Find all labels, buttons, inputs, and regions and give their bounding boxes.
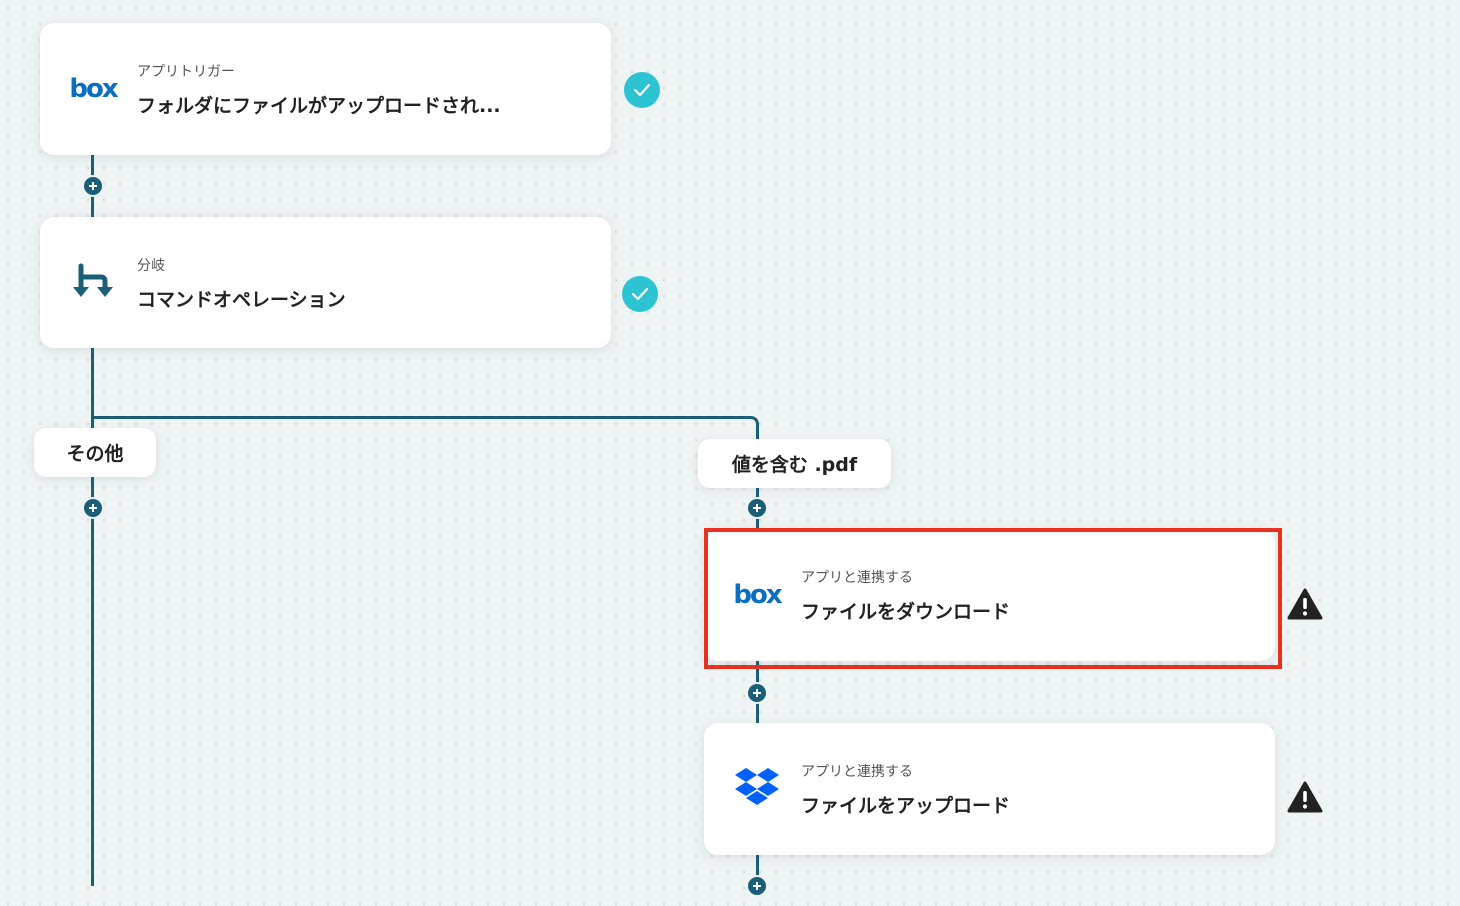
node-title: コマンドオペレーション — [137, 289, 346, 311]
trigger-node-card[interactable]: box アプリトリガー フォルダにファイルがアップロードされ... — [40, 23, 611, 155]
add-step-button[interactable] — [748, 499, 766, 517]
box-download-node-card[interactable]: box アプリと連携する ファイルをダウンロード — [704, 529, 1275, 661]
branch-node-card[interactable]: 分岐 コマンドオペレーション — [40, 217, 611, 348]
dropbox-upload-node-card[interactable]: アプリと連携する ファイルをアップロード — [704, 723, 1275, 855]
branch-label-condition[interactable]: 値を含む .pdf — [698, 439, 891, 488]
node-subtitle: アプリトリガー — [137, 64, 235, 80]
add-step-button[interactable] — [84, 177, 102, 195]
node-title: ファイルをダウンロード — [801, 601, 1011, 623]
node-subtitle: アプリと連携する — [801, 764, 913, 780]
box-logo-icon: box — [69, 74, 118, 104]
node-subtitle: アプリと連携する — [801, 570, 913, 586]
connector-branch-curve — [91, 416, 759, 444]
box-logo-icon: box — [733, 580, 782, 610]
node-title: ファイルをアップロード — [801, 795, 1011, 817]
warning-icon — [1286, 780, 1324, 814]
add-step-button[interactable] — [84, 499, 102, 517]
add-step-button[interactable] — [748, 877, 766, 895]
node-title: フォルダにファイルがアップロードされ... — [137, 95, 501, 117]
warning-icon — [1286, 587, 1324, 621]
check-icon — [624, 72, 660, 108]
check-icon — [622, 276, 658, 312]
branch-icon — [70, 263, 116, 303]
add-step-button[interactable] — [748, 684, 766, 702]
dropbox-icon — [734, 768, 780, 809]
branch-label-other[interactable]: その他 — [34, 428, 156, 477]
node-subtitle: 分岐 — [137, 258, 165, 274]
